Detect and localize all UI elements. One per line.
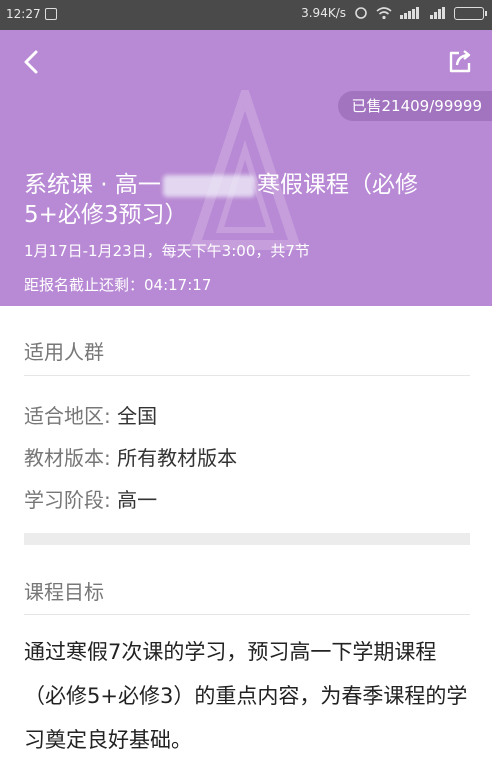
section-separator (24, 533, 470, 545)
audience-section-title: 适用人群 (24, 336, 104, 365)
info-value: 高一 (117, 488, 157, 512)
info-key: 学习阶段: (24, 488, 111, 512)
status-time: 12:27 (6, 7, 41, 21)
share-icon[interactable] (446, 48, 474, 76)
signal-icon (430, 7, 446, 19)
back-icon[interactable] (18, 48, 46, 76)
course-title-prefix: 系统课 · 高一 (24, 172, 161, 198)
info-key: 适合地区: (24, 404, 111, 428)
redacted-text (163, 175, 255, 197)
info-row-region: 适合地区: 全国 (24, 400, 157, 429)
notification-icon (45, 8, 57, 20)
sync-icon (354, 6, 368, 20)
course-schedule: 1月17日-1月23日，每天下午3:00，共7节 (24, 240, 310, 261)
info-row-stage: 学习阶段: 高一 (24, 484, 157, 513)
goal-section-title: 课程目标 (24, 576, 104, 605)
wifi-icon (376, 7, 392, 20)
info-value: 所有教材版本 (117, 446, 237, 470)
course-header: 已售21409/99999 系统课 · 高一寒假课程（必修5+必修3预习） 1月… (0, 30, 492, 306)
info-value: 全国 (117, 404, 157, 428)
network-speed: 3.94K/s (301, 6, 346, 20)
status-right: 3.94K/s (301, 6, 484, 20)
course-title: 系统课 · 高一寒假课程（必修5+必修3预习） (24, 170, 464, 230)
divider (24, 375, 470, 376)
battery-icon (454, 7, 484, 20)
goal-description: 通过寒假7次课的学习，预习高一下学期课程（必修5+必修3）的重点内容，为春季课程… (24, 630, 474, 762)
signal-4g-icon (400, 7, 422, 19)
info-row-textbook: 教材版本: 所有教材版本 (24, 442, 237, 471)
divider (24, 614, 470, 615)
enroll-deadline: 距报名截止还剩：04:17:17 (24, 274, 211, 295)
sold-count-badge: 已售21409/99999 (338, 91, 492, 121)
status-bar: 12:27 3.94K/s (0, 0, 492, 30)
info-key: 教材版本: (24, 446, 111, 470)
